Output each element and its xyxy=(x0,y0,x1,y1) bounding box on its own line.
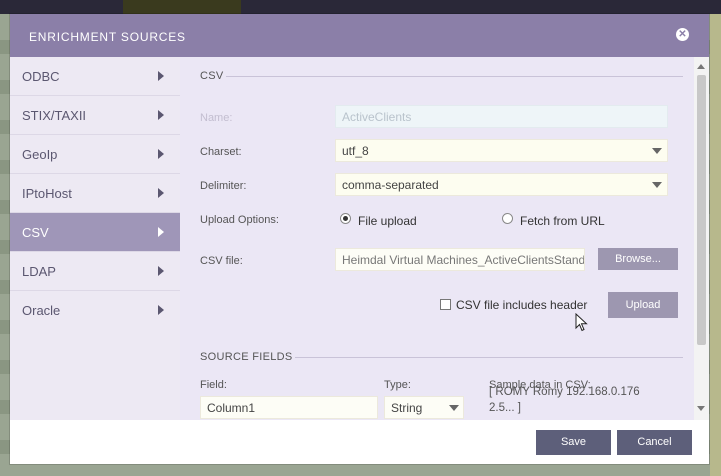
sidebar-item-label: LDAP xyxy=(22,264,56,279)
scroll-down-icon[interactable] xyxy=(697,406,705,411)
modal-header: ENRICHMENT SOURCES ✕ xyxy=(10,14,709,57)
sidebar-item-csv[interactable]: CSV xyxy=(10,213,180,252)
chevron-down-icon xyxy=(652,182,662,188)
sidebar-item-label: IPtoHost xyxy=(22,186,72,201)
sidebar-item-label: GeoIp xyxy=(22,147,58,162)
content-scrollbar[interactable] xyxy=(694,57,709,420)
close-icon[interactable]: ✕ xyxy=(676,28,689,41)
modal-footer: Save Cancel xyxy=(10,420,709,464)
chevron-right-icon xyxy=(158,227,164,237)
sources-sidebar: ODBC STIX/TAXII GeoIp IPtoHost CSV LDAP … xyxy=(10,57,180,420)
section-title-csv: CSV xyxy=(200,70,224,82)
delimiter-label: Delimiter: xyxy=(200,180,247,192)
file-upload-radio[interactable] xyxy=(340,213,351,224)
csv-settings-panel: CSV Name: ActiveClients Charset: utf_8 D… xyxy=(180,57,694,420)
file-upload-label[interactable]: File upload xyxy=(358,214,417,228)
name-label: Name: xyxy=(200,112,233,124)
sidebar-item-label: CSV xyxy=(22,225,49,240)
charset-value: utf_8 xyxy=(342,144,369,158)
chevron-down-icon xyxy=(449,405,459,411)
cancel-button[interactable]: Cancel xyxy=(617,430,692,455)
csv-file-input[interactable]: Heimdal Virtual Machines_ActiveClientsSt… xyxy=(335,248,585,271)
field-label: Field: xyxy=(200,379,227,391)
chevron-right-icon xyxy=(158,305,164,315)
sidebar-item-ldap[interactable]: LDAP xyxy=(10,252,180,291)
section-divider xyxy=(226,76,683,77)
charset-select[interactable]: utf_8 xyxy=(335,139,668,162)
delimiter-select[interactable]: comma-separated xyxy=(335,173,668,196)
chevron-right-icon xyxy=(158,71,164,81)
chevron-right-icon xyxy=(158,188,164,198)
chevron-right-icon xyxy=(158,110,164,120)
sample-data-value: [ ROMY Romy 192.168.0.176 2.5... ] xyxy=(489,386,640,414)
header-checkbox[interactable] xyxy=(440,299,451,310)
sidebar-item-odbc[interactable]: ODBC xyxy=(10,57,180,96)
sidebar-item-label: Oracle xyxy=(22,303,61,318)
type-label: Type: xyxy=(384,379,411,391)
background-tab xyxy=(123,0,241,14)
charset-label: Charset: xyxy=(200,146,242,158)
section-divider xyxy=(295,357,683,358)
chevron-right-icon xyxy=(158,266,164,276)
name-input[interactable]: ActiveClients xyxy=(335,105,668,128)
sidebar-item-geoip[interactable]: GeoIp xyxy=(10,135,180,174)
sidebar-item-stix-taxii[interactable]: STIX/TAXII xyxy=(10,96,180,135)
background-app-top-bar xyxy=(0,0,721,14)
sidebar-item-oracle[interactable]: Oracle xyxy=(10,291,180,330)
modal-title: ENRICHMENT SOURCES xyxy=(29,30,186,44)
sidebar-item-label: ODBC xyxy=(22,69,60,84)
csv-file-label: CSV file: xyxy=(200,255,243,267)
save-button[interactable]: Save xyxy=(536,430,611,455)
enrichment-sources-modal: ENRICHMENT SOURCES ✕ ODBC STIX/TAXII Geo… xyxy=(10,14,709,464)
field-input[interactable]: Column1 xyxy=(200,396,378,419)
mouse-cursor-icon xyxy=(575,313,588,332)
delimiter-value: comma-separated xyxy=(342,178,439,192)
upload-button[interactable]: Upload xyxy=(608,292,678,318)
scrollbar-thumb[interactable] xyxy=(697,75,706,345)
section-title-source-fields: SOURCE FIELDS xyxy=(200,351,293,363)
scroll-up-icon[interactable] xyxy=(697,64,705,69)
sidebar-item-iptohost[interactable]: IPtoHost xyxy=(10,174,180,213)
chevron-down-icon xyxy=(652,148,662,154)
sidebar-item-label: STIX/TAXII xyxy=(22,108,87,123)
type-value: String xyxy=(391,401,423,415)
header-checkbox-label[interactable]: CSV file includes header xyxy=(456,298,587,312)
chevron-right-icon xyxy=(158,149,164,159)
background-app-edge xyxy=(710,14,721,476)
browse-button[interactable]: Browse... xyxy=(598,248,678,270)
fetch-from-url-radio[interactable] xyxy=(502,213,513,224)
fetch-from-url-label[interactable]: Fetch from URL xyxy=(520,214,605,228)
upload-options-label: Upload Options: xyxy=(200,214,279,226)
